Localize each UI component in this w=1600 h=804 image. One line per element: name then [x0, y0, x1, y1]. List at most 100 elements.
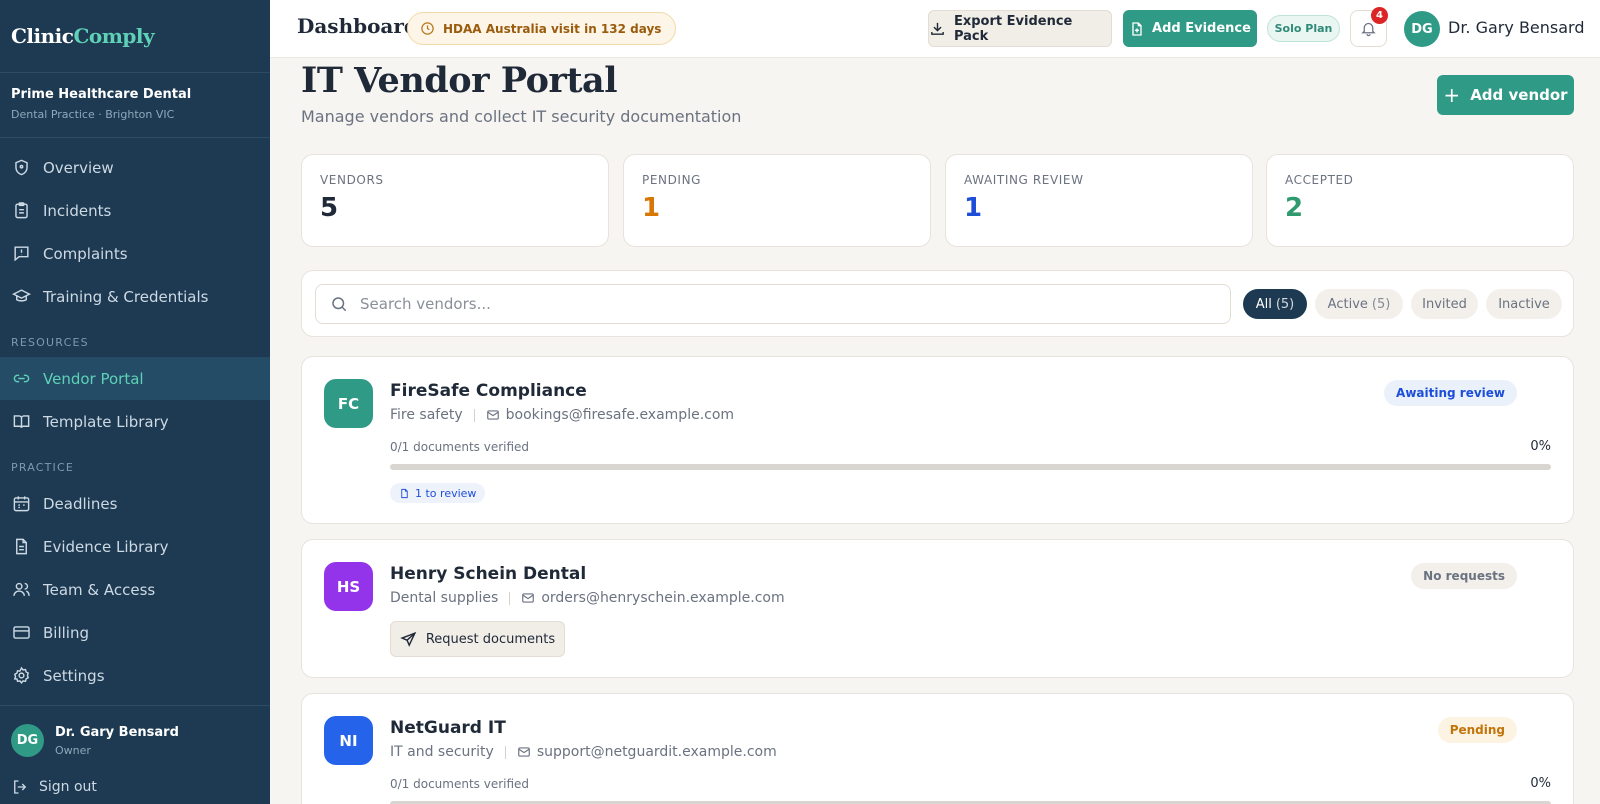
section-label-resources: RESOURCES [11, 336, 89, 349]
docs-percent: 0% [1530, 776, 1551, 791]
sidebar-item-label: Billing [43, 623, 89, 642]
vendor-email[interactable]: support@netguardit.example.com [537, 744, 777, 760]
practice-subtitle: Dental Practice · Brighton VIC [11, 108, 175, 121]
add-vendor-button[interactable]: + Add vendor [1437, 75, 1574, 115]
shield-icon [15, 159, 28, 176]
vendor-meta: IT and security support@netguardit.examp… [390, 744, 777, 760]
sidebar-item-label: Complaints [43, 244, 128, 263]
plan-badge[interactable]: Solo Plan [1267, 15, 1340, 42]
link-icon [13, 374, 30, 383]
sidebar-item-label: Template Library [43, 412, 169, 431]
sidebar-user[interactable]: DG Dr. Gary Bensard Owner [0, 705, 270, 757]
sidebar-item-training[interactable]: Training & Credentials [0, 275, 270, 318]
sidebar-item-billing[interactable]: Billing [0, 611, 270, 654]
filter-label: All [1255, 296, 1272, 312]
stat-value: 1 [642, 193, 661, 223]
to-review-chip[interactable]: 1 to review [390, 483, 486, 503]
topbar-title: Dashboard [297, 14, 418, 38]
add-evidence-button[interactable]: Add Evidence [1123, 10, 1257, 47]
stat-value: 1 [964, 193, 983, 223]
brand-text-part1: Clinic [11, 24, 74, 48]
request-documents-button[interactable]: Request documents [390, 621, 565, 657]
users-icon [13, 582, 30, 596]
docs-percent: 0% [1530, 439, 1551, 454]
vendor-card-netguard[interactable]: NI NetGuard IT IT and security support@n… [301, 693, 1574, 804]
sidebar-item-incidents[interactable]: Incidents [0, 189, 270, 232]
mail-icon [522, 593, 535, 603]
sidebar-item-team-access[interactable]: Team & Access [0, 568, 270, 611]
user-name: Dr. Gary Bensard [55, 724, 179, 740]
topbar-user-name[interactable]: Dr. Gary Bensard [1448, 18, 1585, 37]
user-role: Owner [55, 743, 91, 757]
vendor-card-firesafe[interactable]: FC FireSafe Compliance Fire safety booki… [301, 356, 1574, 524]
sidebar-item-label: Vendor Portal [43, 369, 144, 388]
brand-text-part2: Comply [73, 24, 155, 48]
logout-icon [14, 780, 27, 794]
filter-count: (5) [1275, 296, 1295, 312]
sidebar-item-complaints[interactable]: Complaints [0, 232, 270, 275]
vendor-card-henry-schein[interactable]: HS Henry Schein Dental Dental supplies o… [301, 539, 1574, 678]
sidebar-nav: Overview Incidents Complaints Training &… [0, 138, 270, 697]
stat-label: PENDING [642, 173, 702, 187]
status-badge: Pending [1437, 717, 1517, 743]
filter-chip-inactive[interactable]: Inactive [1486, 289, 1562, 319]
book-icon [13, 415, 30, 428]
stat-card-pending: PENDING 1 [623, 154, 931, 247]
stat-card-awaiting-review: AWAITING REVIEW 1 [945, 154, 1253, 247]
sidebar-item-settings[interactable]: Settings [0, 654, 270, 697]
vendor-avatar: NI [324, 716, 373, 765]
message-alert-icon [14, 246, 29, 262]
export-label: Export Evidence Pack [953, 13, 1073, 44]
mail-icon [486, 410, 499, 420]
vendor-meta: Dental supplies orders@henryschein.examp… [390, 590, 785, 606]
stat-card-accepted: ACCEPTED 2 [1266, 154, 1574, 247]
vendor-name[interactable]: NetGuard IT [390, 718, 506, 738]
send-icon [400, 631, 417, 647]
vendor-category: IT and security [390, 744, 494, 760]
vendor-email[interactable]: orders@henryschein.example.com [541, 590, 784, 606]
avatar: DG [11, 724, 44, 757]
sidebar-item-label: Team & Access [43, 580, 156, 599]
mail-icon [517, 747, 530, 757]
sidebar-item-vendor-portal[interactable]: Vendor Portal [0, 357, 270, 400]
sign-out-label: Sign out [39, 779, 97, 795]
vendor-name[interactable]: Henry Schein Dental [390, 564, 586, 584]
sidebar-item-label: Deadlines [43, 494, 118, 513]
gear-icon [13, 666, 30, 685]
page-subtitle: Manage vendors and collect IT security d… [301, 107, 742, 126]
visit-countdown-badge: HDAA Australia visit in 132 days [407, 12, 677, 45]
sidebar-item-label: Settings [43, 666, 105, 685]
sidebar-item-evidence-library[interactable]: Evidence Library [0, 525, 270, 568]
sidebar-item-overview[interactable]: Overview [0, 146, 270, 189]
topbar: Dashboard HDAA Australia visit in 132 da… [270, 0, 1600, 58]
filter-chip-invited[interactable]: Invited [1411, 289, 1478, 319]
export-evidence-pack-button[interactable]: Export Evidence Pack [928, 10, 1112, 47]
vendor-category: Fire safety [390, 407, 463, 423]
visit-badge-text: HDAA Australia visit in 132 days [443, 21, 662, 36]
sidebar-item-template-library[interactable]: Template Library [0, 400, 270, 443]
vendor-email[interactable]: bookings@firesafe.example.com [506, 407, 734, 423]
filter-count: (5) [1371, 296, 1391, 312]
brand-logo[interactable]: Clinic Comply [0, 0, 270, 73]
search-input[interactable] [360, 295, 1220, 313]
filter-label: Active [1327, 296, 1368, 312]
filter-chip-active[interactable]: Active (5) [1315, 289, 1403, 319]
search-icon [332, 297, 347, 312]
filter-chip-all[interactable]: All (5) [1243, 289, 1307, 319]
practice-name: Prime Healthcare Dental [11, 87, 192, 102]
sign-out-button[interactable]: Sign out [11, 778, 97, 796]
filter-label: Invited [1422, 296, 1467, 312]
vendor-name[interactable]: FireSafe Compliance [390, 381, 587, 401]
stat-label: AWAITING REVIEW [964, 173, 1084, 187]
filter-label: Inactive [1498, 296, 1550, 312]
page-title: IT Vendor Portal [301, 60, 618, 101]
graduation-cap-icon [12, 289, 31, 302]
stat-value: 2 [1285, 193, 1304, 223]
progress-bar [390, 464, 1551, 470]
vendor-meta: Fire safety bookings@firesafe.example.co… [390, 407, 734, 423]
sidebar-item-label: Overview [43, 158, 114, 177]
avatar[interactable]: DG [1404, 11, 1440, 47]
sidebar-item-deadlines[interactable]: Deadlines [0, 482, 270, 525]
add-evidence-label: Add Evidence [1152, 21, 1251, 36]
vendor-category: Dental supplies [390, 590, 499, 606]
